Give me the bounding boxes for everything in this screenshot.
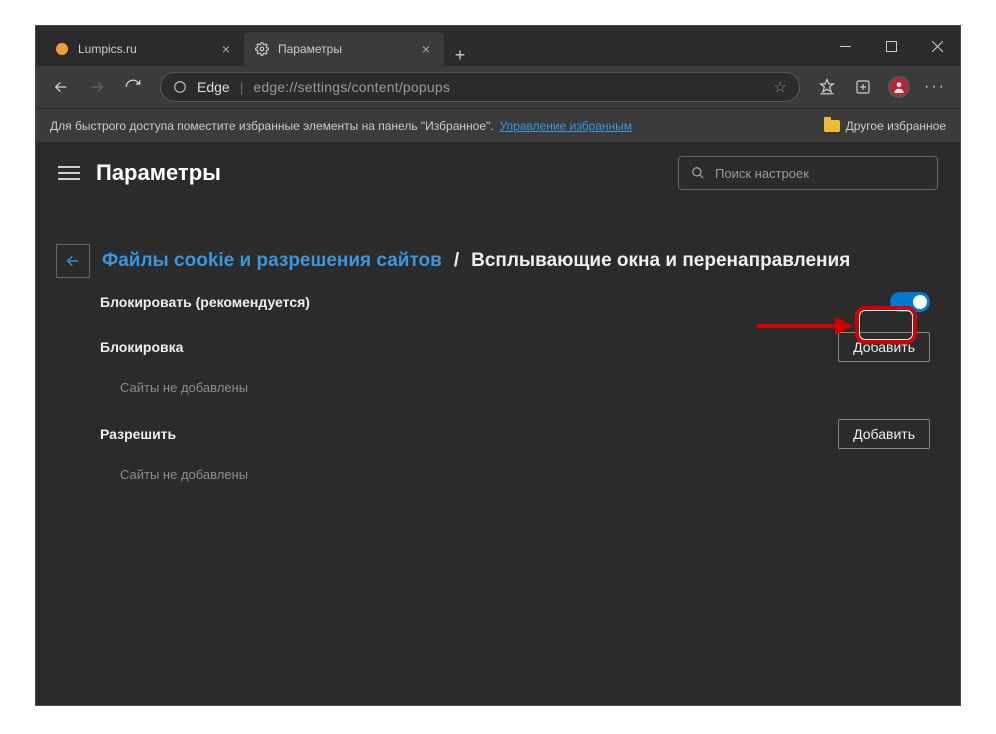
tab-label: Lumpics.ru — [78, 42, 210, 56]
new-tab-button[interactable]: + — [444, 45, 476, 66]
favorite-star-icon[interactable]: ☆ — [774, 78, 787, 96]
tab-strip: Lumpics.ru × Параметры × + — [36, 26, 822, 66]
title-bar: Lumpics.ru × Параметры × + — [36, 26, 960, 66]
add-allow-button[interactable]: Добавить — [838, 419, 930, 449]
block-section-title: Блокировка — [100, 339, 183, 355]
minimize-button[interactable] — [822, 26, 868, 66]
tab-label: Параметры — [278, 42, 410, 56]
favicon-lumpics — [54, 41, 70, 57]
tab-settings[interactable]: Параметры × — [244, 32, 444, 66]
allow-section-title: Разрешить — [100, 426, 176, 442]
toggle-knob — [913, 295, 927, 309]
block-toggle-label: Блокировать (рекомендуется) — [100, 294, 310, 310]
tab-lumpics[interactable]: Lumpics.ru × — [44, 32, 244, 66]
address-bar[interactable]: Edge | edge://settings/content/popups ☆ — [160, 72, 800, 102]
block-toggle-section: Блокировать (рекомендуется) Блокировка Д… — [100, 278, 930, 500]
manage-favorites-link[interactable]: Управление избранным — [500, 119, 632, 133]
settings-body: Файлы cookie и разрешения сайтов / Всплы… — [36, 204, 960, 520]
address-sep: | — [240, 79, 244, 95]
breadcrumb: Файлы cookie и разрешения сайтов / Всплы… — [56, 244, 940, 278]
address-url: edge://settings/content/popups — [253, 79, 450, 95]
collections-icon[interactable] — [846, 70, 880, 104]
favbar-hint: Для быстрого доступа поместите избранные… — [50, 119, 494, 133]
back-button[interactable] — [44, 70, 78, 104]
close-tab-icon[interactable]: × — [418, 41, 434, 57]
page-title: Параметры — [96, 160, 221, 186]
browser-window: Lumpics.ru × Параметры × + — [35, 25, 961, 706]
maximize-button[interactable] — [868, 26, 914, 66]
breadcrumb-sep: / — [454, 250, 459, 272]
refresh-button[interactable] — [116, 70, 150, 104]
allow-empty-text: Сайты не добавлены — [100, 463, 930, 500]
settings-header: Параметры — [36, 142, 960, 204]
other-favorites[interactable]: Другое избранное — [824, 119, 946, 133]
close-tab-icon[interactable]: × — [218, 41, 234, 57]
menu-icon[interactable] — [58, 162, 80, 184]
close-window-button[interactable] — [914, 26, 960, 66]
other-favorites-label: Другое избранное — [846, 119, 946, 133]
address-prefix: Edge — [197, 79, 230, 95]
search-icon — [691, 166, 705, 180]
search-input[interactable] — [715, 166, 925, 181]
edge-logo-icon — [173, 80, 187, 94]
forward-button[interactable] — [80, 70, 114, 104]
breadcrumb-link[interactable]: Файлы cookie и разрешения сайтов — [102, 250, 442, 272]
search-settings-box[interactable] — [678, 156, 938, 190]
page-content: Параметры Файлы cookie и разрешения сайт… — [36, 142, 960, 705]
profile-avatar[interactable] — [882, 70, 916, 104]
more-menu-icon[interactable]: ··· — [918, 70, 952, 104]
breadcrumb-back-button[interactable] — [56, 244, 90, 278]
block-empty-text: Сайты не добавлены — [100, 376, 930, 413]
block-toggle[interactable] — [890, 292, 930, 312]
breadcrumb-current: Всплывающие окна и перенаправления — [471, 250, 850, 272]
browser-toolbar: Edge | edge://settings/content/popups ☆ … — [36, 66, 960, 108]
favorites-icon[interactable] — [810, 70, 844, 104]
window-controls — [822, 26, 960, 66]
add-block-button[interactable]: Добавить — [838, 332, 930, 362]
gear-icon — [254, 41, 270, 57]
folder-icon — [824, 120, 840, 132]
favorites-bar: Для быстрого доступа поместите избранные… — [36, 108, 960, 142]
